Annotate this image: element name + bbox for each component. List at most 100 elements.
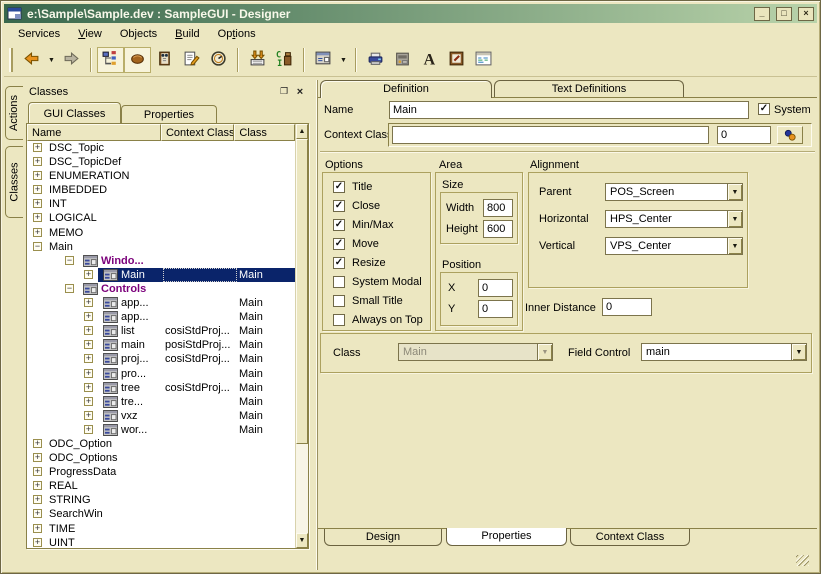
tree-row[interactable]: +ODC_Options	[27, 451, 295, 465]
tree-row[interactable]: +vxzMain	[27, 409, 295, 423]
tree-row[interactable]: +STRING	[27, 493, 295, 507]
column-header-class[interactable]: Class	[234, 124, 295, 141]
column-header-context-class[interactable]: Context Class	[161, 124, 234, 141]
expand-icon[interactable]: +	[84, 298, 93, 307]
print-button[interactable]	[362, 47, 389, 73]
menu-item-view[interactable]: View	[69, 25, 111, 43]
tree-row[interactable]: +pro...Main	[27, 367, 295, 381]
close-panel-icon[interactable]: ×	[293, 85, 307, 98]
x-input[interactable]	[478, 279, 513, 297]
expand-icon[interactable]: +	[84, 270, 93, 279]
tree-row[interactable]: +REAL	[27, 479, 295, 493]
title-bar[interactable]: e:\Sample\Sample.dev : SampleGUI - Desig…	[4, 4, 817, 23]
checkbox-always-on-top[interactable]	[333, 314, 345, 326]
column-header-name[interactable]: Name	[27, 124, 161, 141]
image-button[interactable]	[443, 47, 470, 73]
expand-icon[interactable]: +	[84, 326, 93, 335]
tree-row[interactable]: +DSC_Topic	[27, 141, 295, 155]
menu-item-build[interactable]: Build	[166, 25, 208, 43]
scroll-up-icon[interactable]: ▲	[296, 124, 308, 139]
tree-row[interactable]: +mainposiStdProj...Main	[27, 338, 295, 352]
tab-text-definitions[interactable]: Text Definitions	[494, 80, 684, 97]
checkbox-min-max[interactable]: ✓	[333, 219, 345, 231]
expand-icon[interactable]: +	[33, 524, 42, 533]
tree-row[interactable]: +IMBEDDED	[27, 183, 295, 197]
expand-icon[interactable]: +	[33, 538, 42, 547]
script-window-button[interactable]	[470, 47, 497, 73]
collapse-icon[interactable]: −	[65, 256, 74, 265]
menu-item-objects[interactable]: Objects	[111, 25, 166, 43]
tree-row[interactable]: +MainMain	[27, 268, 295, 282]
window-form-button[interactable]	[310, 47, 337, 73]
tree-row[interactable]: +ODC_Option	[27, 437, 295, 451]
resize-grip[interactable]	[796, 555, 809, 566]
expand-icon[interactable]: +	[84, 369, 93, 378]
menu-item-services[interactable]: Services	[9, 25, 69, 43]
expand-icon[interactable]: +	[33, 439, 42, 448]
expand-icon[interactable]: +	[84, 340, 93, 349]
maximize-button[interactable]: □	[776, 7, 792, 21]
close-button[interactable]: ×	[798, 7, 814, 21]
tree-row[interactable]: +treecosiStdProj...Main	[27, 381, 295, 395]
tree-row[interactable]: +ENUMERATION	[27, 169, 295, 183]
checkbox-close[interactable]: ✓	[333, 200, 345, 212]
tab-gui-classes[interactable]: GUI Classes	[28, 102, 121, 123]
expand-icon[interactable]: +	[33, 157, 42, 166]
expand-icon[interactable]: +	[84, 383, 93, 392]
class-tree-button[interactable]	[97, 47, 124, 73]
expand-icon[interactable]: +	[84, 411, 93, 420]
tab-context-class[interactable]: Context Class	[570, 529, 690, 546]
tree-row[interactable]: +proj...cosiStdProj...Main	[27, 352, 295, 366]
tree-row[interactable]: +LOGICAL	[27, 211, 295, 225]
chevron-down-icon[interactable]: ▼	[727, 184, 742, 200]
checkbox-move[interactable]: ✓	[333, 238, 345, 250]
tree-row[interactable]: −Main	[27, 240, 295, 254]
expand-icon[interactable]: +	[33, 481, 42, 490]
nav-forward-button[interactable]	[58, 47, 85, 73]
tree-row[interactable]: +SearchWin	[27, 507, 295, 521]
build-machine-button[interactable]	[389, 47, 416, 73]
expand-icon[interactable]: +	[33, 185, 42, 194]
clock-button[interactable]	[205, 47, 232, 73]
field-control-combo[interactable]: main ▼	[641, 343, 807, 361]
expand-icon[interactable]: +	[84, 312, 93, 321]
edit-document-button[interactable]	[178, 47, 205, 73]
collapse-icon[interactable]: −	[65, 284, 74, 293]
import-data-button[interactable]	[244, 47, 271, 73]
tree-row[interactable]: +MEMO	[27, 226, 295, 240]
vertical-alignment-combo[interactable]: VPS_Center▼	[605, 237, 743, 255]
expand-icon[interactable]: +	[33, 213, 42, 222]
chevron-down-icon[interactable]: ▼	[727, 211, 742, 227]
context-class-picker-button[interactable]	[777, 126, 803, 144]
inner-distance-input[interactable]	[602, 298, 652, 316]
chevron-down-icon[interactable]: ▼	[791, 344, 806, 360]
minimize-button[interactable]: _	[754, 7, 770, 21]
expand-icon[interactable]: +	[84, 425, 93, 434]
toolbar-grip[interactable]	[9, 48, 13, 72]
height-input[interactable]	[483, 220, 513, 238]
tree-row[interactable]: +TIME	[27, 522, 295, 536]
tree-scrollbar[interactable]: ▲ ▼	[295, 124, 308, 548]
tree-row[interactable]: +app...Main	[27, 310, 295, 324]
tab-definition[interactable]: Definition	[320, 80, 492, 98]
float-panel-icon[interactable]: ❐	[277, 85, 291, 98]
tree-row[interactable]: +tre...Main	[27, 395, 295, 409]
checkbox-resize[interactable]: ✓	[333, 257, 345, 269]
tree-row[interactable]: +wor...Main	[27, 423, 295, 437]
expand-icon[interactable]: +	[33, 199, 42, 208]
name-input[interactable]	[389, 101, 749, 119]
checkbox-small-title[interactable]	[333, 295, 345, 307]
scroll-down-icon[interactable]: ▼	[296, 533, 308, 548]
tree-row[interactable]: +listcosiStdProj...Main	[27, 324, 295, 338]
tree-row[interactable]: +INT	[27, 197, 295, 211]
checkbox-system-modal[interactable]	[333, 276, 345, 288]
horizontal-alignment-combo[interactable]: HPS_Center▼	[605, 210, 743, 228]
context-id-input[interactable]	[717, 126, 771, 144]
checkbox-title[interactable]: ✓	[333, 181, 345, 193]
chevron-down-icon[interactable]: ▼	[727, 238, 742, 254]
parent-alignment-combo[interactable]: POS_Screen▼	[605, 183, 743, 201]
expand-icon[interactable]: +	[33, 509, 42, 518]
expand-icon[interactable]: +	[33, 467, 42, 476]
dropdown-arrow[interactable]: ▼	[45, 47, 58, 73]
tab-properties[interactable]: Properties	[121, 105, 217, 123]
